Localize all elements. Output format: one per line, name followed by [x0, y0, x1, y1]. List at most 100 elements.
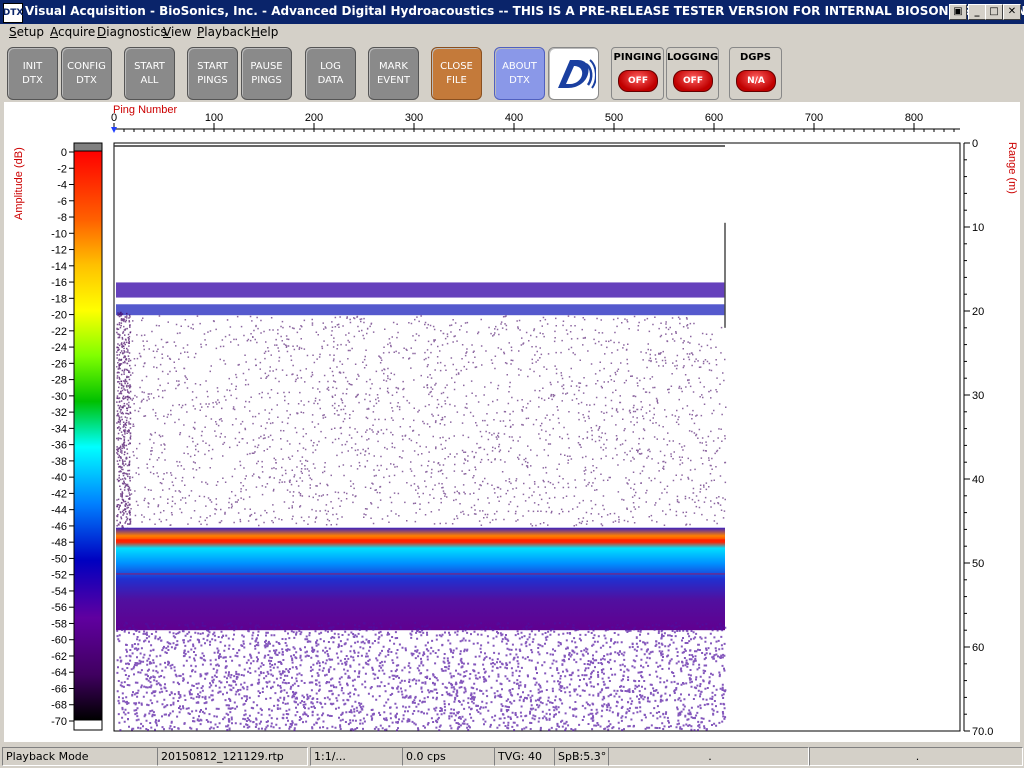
x-tick-label: 600	[705, 112, 723, 124]
scale-tick-label: -30	[51, 391, 67, 403]
upper-layer-band	[116, 282, 725, 298]
status-filename: 20150812_121129.rtp	[157, 747, 308, 766]
scale-tick-label: -2	[57, 163, 67, 175]
scale-tick-label: -40	[51, 472, 67, 484]
scale-tick-label: -60	[51, 635, 67, 647]
logging-indicator[interactable]: LOGGING OFF	[666, 47, 719, 100]
scale-tick-label: -36	[51, 440, 67, 452]
x-tick-label: 200	[305, 112, 323, 124]
scale-tick-label: -28	[51, 375, 67, 387]
scale-tick-label: -8	[57, 212, 67, 224]
status-ratio: 1:1/...	[310, 747, 403, 766]
color-scale-bottom	[73, 719, 103, 731]
y-tick-label: 70.0	[972, 726, 993, 738]
scale-tick-label: -54	[51, 586, 67, 598]
status-tvg: TVG: 40	[494, 747, 555, 766]
menu-acquire[interactable]: Acquire	[50, 25, 95, 39]
scale-tick-label: -56	[51, 602, 67, 614]
logging-status-light: OFF	[673, 70, 713, 92]
scale-tick-label: -44	[51, 505, 67, 517]
scale-tick-label: -32	[51, 407, 67, 419]
color-scale-top	[73, 142, 103, 152]
scale-tick-label: -50	[51, 553, 67, 565]
y-tick-label: 60	[972, 642, 984, 654]
status-field-8: .	[809, 747, 1023, 766]
mark-event-button[interactable]: MARK EVENT	[368, 47, 419, 100]
scale-tick-label: 0	[61, 147, 67, 159]
pinging-status-light: OFF	[618, 70, 658, 92]
dgps-indicator[interactable]: DGPS N/A	[729, 47, 782, 100]
y-axis-title: Range (m)	[1006, 142, 1018, 194]
y-tick-label: 10	[972, 222, 984, 234]
y-tick-label: 20	[972, 306, 984, 318]
config-dtx-button[interactable]: CONFIG DTX	[61, 47, 112, 100]
status-cps: 0.0 cps	[402, 747, 495, 766]
x-tick-label: 700	[805, 112, 823, 124]
x-tick-label: 500	[605, 112, 623, 124]
minimize-button[interactable]: _	[968, 4, 986, 20]
pause-pings-button[interactable]: PAUSE PINGS	[241, 47, 292, 100]
x-tick-label: 300	[405, 112, 423, 124]
scale-tick-label: -20	[51, 310, 67, 322]
scale-tick-label: -70	[51, 716, 67, 728]
toolbar: INIT DTX CONFIG DTX START ALL START PING…	[0, 42, 1024, 102]
status-mode: Playback Mode	[2, 747, 158, 766]
x-tick-label: 100	[205, 112, 223, 124]
scale-tick-label: -14	[51, 261, 67, 273]
status-spb: SpB:5.3°	[554, 747, 609, 766]
scale-tick-label: -12	[51, 245, 67, 257]
y-tick-label: 50	[972, 558, 984, 570]
scale-tick-label: -26	[51, 358, 67, 370]
biosonics-logo-icon[interactable]	[548, 47, 599, 100]
scale-tick-label: -58	[51, 618, 67, 630]
biosonics-logo-svg	[557, 58, 596, 89]
pinging-indicator[interactable]: PINGING OFF	[611, 47, 664, 100]
app-icon: DTX	[3, 3, 23, 23]
menu-bar: Setup Acquire Diagnostics View Playback …	[0, 24, 1024, 42]
color-scale-bar	[73, 150, 103, 721]
plot-frame	[113, 142, 961, 732]
maximize-button[interactable]: □	[985, 4, 1003, 20]
scale-tick-label: -52	[51, 570, 67, 582]
x-tick-label: 400	[505, 112, 523, 124]
scale-tick-label: -66	[51, 683, 67, 695]
menu-setup[interactable]: Setup	[9, 25, 44, 39]
echogram-panel: Ping Number Amplitude (dB) Range (m) 0 100 20…	[4, 102, 1020, 742]
scale-tick-label: -34	[51, 423, 67, 435]
ping-marker-icon	[111, 127, 117, 133]
scale-tick-label: -46	[51, 521, 67, 533]
scale-tick-label: -48	[51, 537, 67, 549]
init-dtx-button[interactable]: INIT DTX	[7, 47, 58, 100]
y-tick-label: 0	[972, 138, 978, 150]
scale-tick-label: -42	[51, 488, 67, 500]
title-bar: DTX Visual Acquisition - BioSonics, Inc.…	[0, 0, 1024, 24]
axes-layer: Ping NumberAmplitude (dB) Range (m)0 100 20…	[13, 104, 1018, 738]
x-tick-label: 0	[111, 112, 117, 124]
scale-tick-label: -16	[51, 277, 67, 289]
scale-tick-label: -4	[57, 180, 67, 192]
menu-playback[interactable]: Playback	[197, 25, 251, 39]
start-pings-button[interactable]: START PINGS	[187, 47, 238, 100]
y-tick-label: 30	[972, 390, 984, 402]
scale-tick-label: -22	[51, 326, 67, 338]
upper-layer-band	[116, 304, 725, 316]
close-window-button[interactable]: ✕	[1003, 4, 1021, 20]
scale-tick-label: -68	[51, 700, 67, 712]
start-all-button[interactable]: START ALL	[124, 47, 175, 100]
dgps-status-light: N/A	[736, 70, 776, 92]
menu-diagnostics[interactable]: Diagnostics	[97, 25, 167, 39]
echogram-svg: Ping NumberAmplitude (dB) Range (m)0 100 20…	[13, 104, 1018, 738]
x-tick-label: 800	[905, 112, 923, 124]
scale-tick-label: -10	[51, 228, 67, 240]
close-file-button[interactable]: CLOSE FILE	[431, 47, 482, 100]
about-dtx-button[interactable]: ABOUT DTX	[494, 47, 545, 100]
restore-icon[interactable]: ▣	[949, 4, 967, 20]
scale-tick-label: -18	[51, 293, 67, 305]
y-tick-label: 40	[972, 474, 984, 486]
scale-tick-label: -64	[51, 667, 67, 679]
menu-help[interactable]: Help	[251, 25, 278, 39]
status-field-7: .	[608, 747, 809, 766]
menu-view[interactable]: View	[163, 25, 191, 39]
log-data-button[interactable]: LOG DATA	[305, 47, 356, 100]
scale-tick-label: -24	[51, 342, 67, 354]
